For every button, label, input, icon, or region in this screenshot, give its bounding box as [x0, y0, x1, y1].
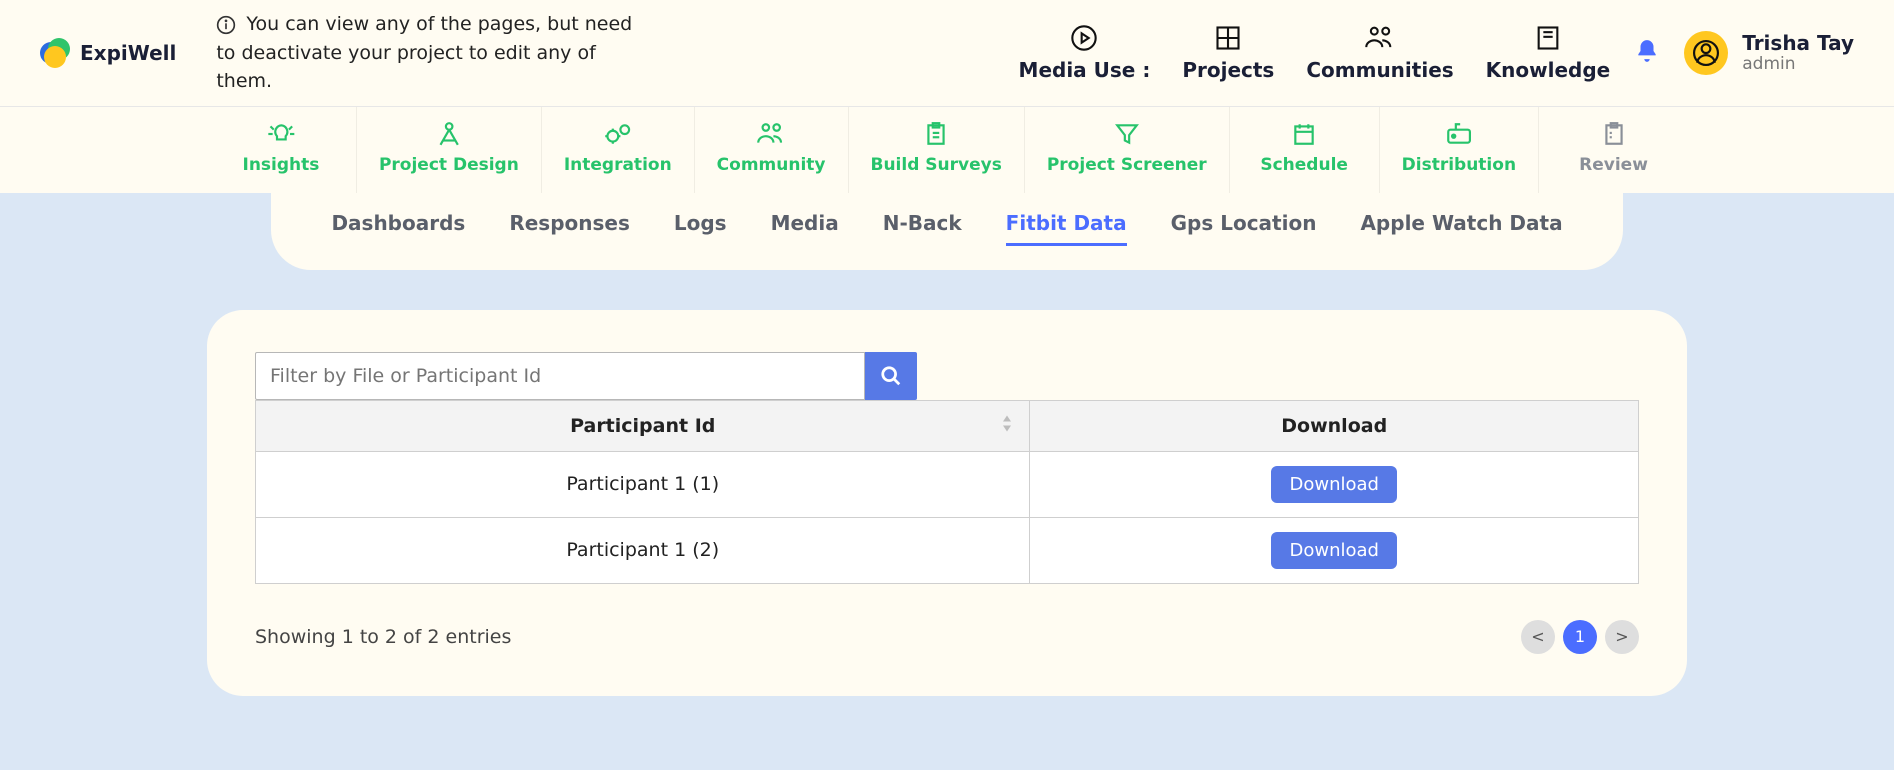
compass-icon: [434, 121, 464, 147]
logo-mark-icon: [40, 38, 70, 68]
download-button[interactable]: Download: [1271, 466, 1396, 503]
tab-apple-watch[interactable]: Apple Watch Data: [1360, 211, 1562, 246]
tab-responses[interactable]: Responses: [509, 211, 630, 246]
logo[interactable]: ExpiWell: [40, 38, 176, 68]
nav-projects[interactable]: Projects: [1182, 24, 1274, 82]
subnav-label: Project Screener: [1047, 155, 1207, 175]
subnav-label: Distribution: [1402, 155, 1516, 175]
col-label: Download: [1281, 415, 1387, 437]
subnav-community[interactable]: Community: [694, 107, 848, 193]
search-icon: [880, 365, 902, 387]
sort-icon: [1001, 414, 1013, 437]
subnav-label: Build Surveys: [871, 155, 1002, 175]
col-label: Participant Id: [570, 415, 715, 437]
notice-text: You can view any of the pages, but need …: [216, 13, 632, 92]
play-circle-icon: [1070, 24, 1098, 52]
nav-label: Projects: [1182, 58, 1274, 82]
subnav-integration[interactable]: Integration: [541, 107, 694, 193]
book-icon: [1534, 24, 1562, 52]
nav-label: Knowledge: [1486, 58, 1611, 82]
filter-input[interactable]: [255, 352, 865, 400]
search-button[interactable]: [865, 352, 917, 400]
calendar-icon: [1291, 121, 1317, 147]
view-only-notice: You can view any of the pages, but need …: [216, 10, 646, 96]
tab-logs[interactable]: Logs: [674, 211, 727, 246]
subnav-label: Integration: [564, 155, 672, 175]
pager-next[interactable]: >: [1605, 620, 1639, 654]
nav-knowledge[interactable]: Knowledge: [1486, 24, 1611, 82]
subnav-label: Project Design: [379, 155, 519, 175]
tab-dashboards[interactable]: Dashboards: [331, 211, 465, 246]
table-row: Participant 1 (1) Download: [256, 451, 1639, 517]
subnav-review[interactable]: Review: [1538, 107, 1688, 193]
table-row: Participant 1 (2) Download: [256, 517, 1639, 583]
subnav-insights[interactable]: Insights: [206, 107, 356, 193]
col-download: Download: [1030, 400, 1639, 451]
gears-icon: [602, 121, 635, 147]
lightbulb-icon: [264, 121, 299, 147]
pager-page-1[interactable]: 1: [1563, 620, 1597, 654]
download-button[interactable]: Download: [1271, 532, 1396, 569]
info-icon: [216, 15, 236, 35]
subnav-build-surveys[interactable]: Build Surveys: [848, 107, 1024, 193]
user-name: Trisha Tay: [1742, 32, 1854, 54]
people-icon: [1364, 24, 1396, 52]
mailbox-icon: [1445, 121, 1473, 147]
bell-icon[interactable]: [1634, 38, 1660, 68]
subnav-label: Schedule: [1260, 155, 1348, 175]
user-avatar[interactable]: [1684, 31, 1728, 75]
clipboard-check-icon: [1601, 121, 1627, 147]
nav-media-use[interactable]: Media Use :: [1019, 24, 1151, 82]
user-role: admin: [1742, 54, 1854, 74]
tab-nback[interactable]: N-Back: [883, 211, 962, 246]
participant-id-cell: Participant 1 (1): [256, 451, 1030, 517]
subnav-schedule[interactable]: Schedule: [1229, 107, 1379, 193]
tab-media[interactable]: Media: [771, 211, 839, 246]
subnav-label: Review: [1579, 155, 1648, 175]
nav-label: Communities: [1306, 58, 1453, 82]
subnav-distribution[interactable]: Distribution: [1379, 107, 1538, 193]
subnav-label: Insights: [243, 155, 320, 175]
people-icon: [755, 121, 788, 147]
nav-label: Media Use :: [1019, 58, 1151, 82]
subnav-label: Community: [717, 155, 826, 175]
entries-summary: Showing 1 to 2 of 2 entries: [255, 626, 511, 648]
grid-icon: [1214, 24, 1242, 52]
pager-prev[interactable]: <: [1521, 620, 1555, 654]
nav-communities[interactable]: Communities: [1306, 24, 1453, 82]
tab-fitbit[interactable]: Fitbit Data: [1006, 211, 1127, 246]
funnel-icon: [1114, 121, 1140, 147]
subnav-project-screener[interactable]: Project Screener: [1024, 107, 1229, 193]
col-participant-id[interactable]: Participant Id: [256, 400, 1030, 451]
participant-id-cell: Participant 1 (2): [256, 517, 1030, 583]
brand-name: ExpiWell: [80, 41, 176, 65]
user-icon: [1693, 40, 1719, 66]
clipboard-icon: [923, 121, 949, 147]
subnav-project-design[interactable]: Project Design: [356, 107, 541, 193]
tab-gps[interactable]: Gps Location: [1171, 211, 1317, 246]
